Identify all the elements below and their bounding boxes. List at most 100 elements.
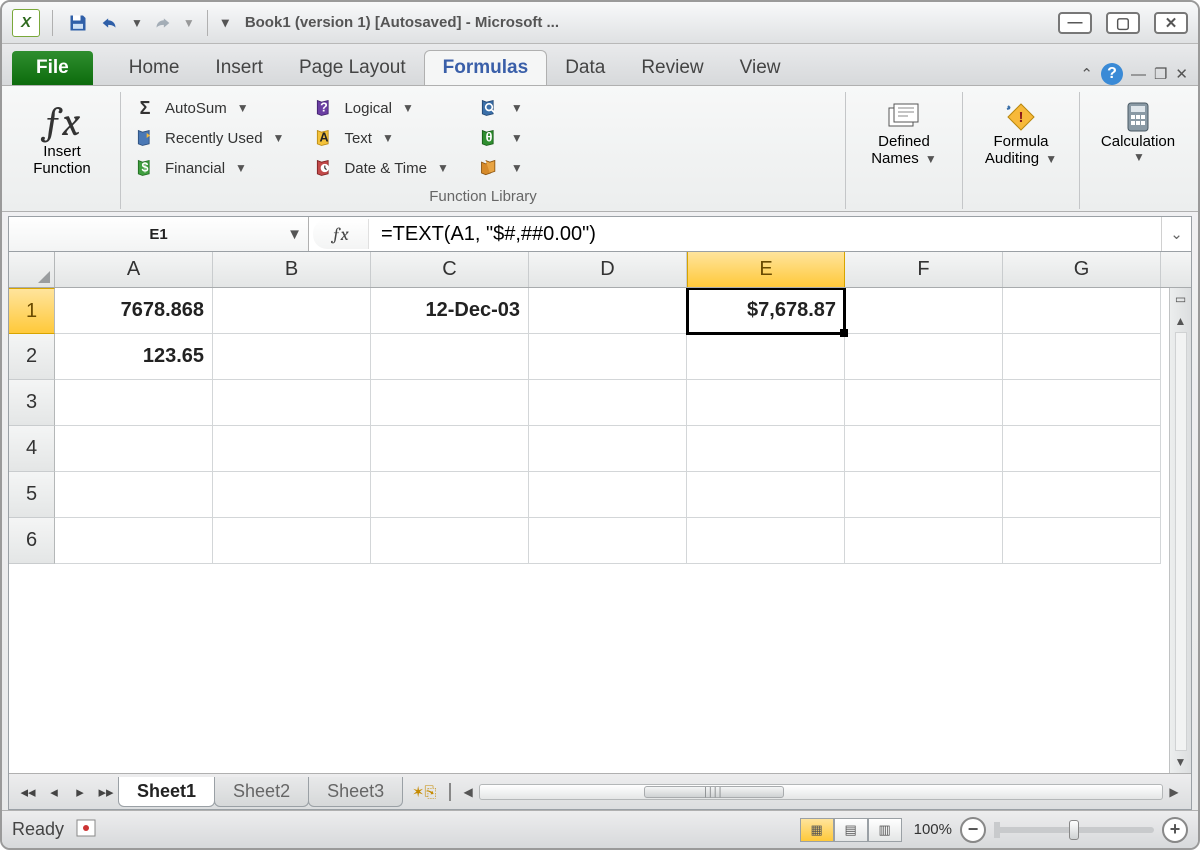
zoom-in-button[interactable]: + xyxy=(1162,817,1188,843)
name-box[interactable]: E1 ▼ xyxy=(9,217,309,251)
cell-B2[interactable] xyxy=(213,334,371,380)
defined-names-icon xyxy=(884,100,924,134)
col-B[interactable]: B xyxy=(213,252,371,287)
col-G[interactable]: G xyxy=(1003,252,1161,287)
cell-D1[interactable] xyxy=(529,288,687,334)
col-C[interactable]: C xyxy=(371,252,529,287)
tab-review[interactable]: Review xyxy=(623,51,721,85)
worksheet-grid: A B C D E F G 1 7678.868 12-Dec-03 $7,67… xyxy=(8,252,1192,810)
lookup-ref-button[interactable]: ▼ xyxy=(477,96,523,120)
view-page-layout-icon[interactable]: ▤ xyxy=(834,818,868,842)
prev-sheet-icon[interactable]: ◂ xyxy=(41,780,67,804)
maximize-button[interactable]: ▢ xyxy=(1106,12,1140,34)
next-sheet-icon[interactable]: ▸ xyxy=(67,780,93,804)
cell-A1[interactable]: 7678.868 xyxy=(55,288,213,334)
redo-dd[interactable]: ▼ xyxy=(183,16,195,30)
undo-dd[interactable]: ▼ xyxy=(131,16,143,30)
expand-formula-bar-icon[interactable]: ⌄ xyxy=(1161,217,1191,251)
col-A[interactable]: A xyxy=(55,252,213,287)
excel-app-icon[interactable]: X xyxy=(12,9,40,37)
view-normal-icon[interactable]: ▦ xyxy=(800,818,834,842)
macro-record-icon[interactable] xyxy=(76,819,96,841)
tab-file[interactable]: File xyxy=(12,51,93,85)
autosum-button[interactable]: Σ AutoSum▼ xyxy=(133,96,284,120)
name-box-dd-icon[interactable]: ▼ xyxy=(287,226,302,243)
cell-E2[interactable] xyxy=(687,334,845,380)
logical-icon: ? xyxy=(312,96,336,120)
mdi-close-icon[interactable]: ✕ xyxy=(1175,65,1188,83)
row-1[interactable]: 1 xyxy=(9,288,55,334)
datetime-button[interactable]: Date & Time▼ xyxy=(312,156,448,180)
mdi-restore-icon[interactable]: ❐ xyxy=(1154,65,1167,83)
recently-used-button[interactable]: Recently Used▼ xyxy=(133,126,284,150)
mdi-minimize-icon[interactable]: — xyxy=(1131,66,1146,83)
scroll-left-icon[interactable]: ◀ xyxy=(457,785,479,799)
calculation-button[interactable]: Calculation ▼ xyxy=(1092,96,1184,168)
cell-F1[interactable] xyxy=(845,288,1003,334)
cell-F2[interactable] xyxy=(845,334,1003,380)
tab-home[interactable]: Home xyxy=(111,51,198,85)
qat-customize-icon[interactable]: ▾ xyxy=(222,14,229,31)
new-sheet-icon[interactable]: ✶⎘ xyxy=(407,780,441,804)
cell-D2[interactable] xyxy=(529,334,687,380)
scroll-right-icon[interactable]: ▶ xyxy=(1163,785,1185,799)
row-5[interactable]: 5 xyxy=(9,472,55,518)
formula-input[interactable] xyxy=(369,217,1161,251)
save-icon[interactable] xyxy=(65,12,91,34)
text-button[interactable]: A Text▼ xyxy=(312,126,448,150)
formula-input-field[interactable] xyxy=(381,223,1149,246)
close-button[interactable]: ✕ xyxy=(1154,12,1188,34)
zoom-value[interactable]: 100% xyxy=(914,821,952,838)
help-icon[interactable]: ? xyxy=(1101,63,1123,85)
math-icon: θ xyxy=(477,126,501,150)
logical-button[interactable]: ? Logical▼ xyxy=(312,96,448,120)
view-page-break-icon[interactable]: ▥ xyxy=(868,818,902,842)
more-functions-icon xyxy=(477,156,501,180)
scroll-up-icon[interactable]: ▲ xyxy=(1175,310,1187,332)
financial-button[interactable]: $ Financial▼ xyxy=(133,156,284,180)
col-F[interactable]: F xyxy=(845,252,1003,287)
scroll-down-icon[interactable]: ▼ xyxy=(1175,751,1187,773)
minimize-ribbon-icon[interactable]: ⌃ xyxy=(1080,65,1093,83)
zoom-out-button[interactable]: − xyxy=(960,817,986,843)
cell-B1[interactable] xyxy=(213,288,371,334)
sheet-tab-3[interactable]: Sheet3 xyxy=(308,777,403,807)
tab-insert[interactable]: Insert xyxy=(197,51,281,85)
sheet-tab-1[interactable]: Sheet1 xyxy=(118,777,215,807)
undo-icon[interactable] xyxy=(97,12,123,34)
split-box-icon[interactable]: ▭ xyxy=(1175,288,1186,310)
row-6[interactable]: 6 xyxy=(9,518,55,564)
sheet-tab-2[interactable]: Sheet2 xyxy=(214,777,309,807)
col-D[interactable]: D xyxy=(529,252,687,287)
defined-names-button[interactable]: Defined Names ▼ xyxy=(858,96,950,171)
zoom-slider[interactable] xyxy=(994,827,1154,833)
tab-view[interactable]: View xyxy=(722,51,799,85)
horizontal-scrollbar[interactable]: ◀ ▶ xyxy=(449,782,1185,802)
more-functions-button[interactable]: ▼ xyxy=(477,156,523,180)
cell-C2[interactable] xyxy=(371,334,529,380)
redo-icon[interactable] xyxy=(149,12,175,34)
col-E[interactable]: E xyxy=(687,252,845,287)
hscroll-thumb[interactable] xyxy=(644,786,784,798)
math-trig-button[interactable]: θ ▼ xyxy=(477,126,523,150)
vertical-scrollbar[interactable]: ▭ ▲ ▼ xyxy=(1169,288,1191,773)
minimize-button[interactable]: — xyxy=(1058,12,1092,34)
tab-formulas[interactable]: Formulas xyxy=(424,50,548,85)
row-2[interactable]: 2 xyxy=(9,334,55,380)
tab-page-layout[interactable]: Page Layout xyxy=(281,51,424,85)
cell-G2[interactable] xyxy=(1003,334,1161,380)
fx-label-icon[interactable]: ƒx xyxy=(313,219,369,249)
cell-E1[interactable]: $7,678.87 xyxy=(687,288,845,334)
tab-data[interactable]: Data xyxy=(547,51,623,85)
first-sheet-icon[interactable]: ◂◂ xyxy=(15,780,41,804)
svg-text:!: ! xyxy=(1019,109,1024,126)
cell-C1[interactable]: 12-Dec-03 xyxy=(371,288,529,334)
cell-A2[interactable]: 123.65 xyxy=(55,334,213,380)
row-3[interactable]: 3 xyxy=(9,380,55,426)
select-all-corner[interactable] xyxy=(9,252,55,287)
last-sheet-icon[interactable]: ▸▸ xyxy=(93,780,119,804)
formula-auditing-button[interactable]: ! Formula Auditing ▼ xyxy=(975,96,1067,171)
row-4[interactable]: 4 xyxy=(9,426,55,472)
cell-G1[interactable] xyxy=(1003,288,1161,334)
insert-function-button[interactable]: ƒx Insert Function xyxy=(16,96,108,181)
